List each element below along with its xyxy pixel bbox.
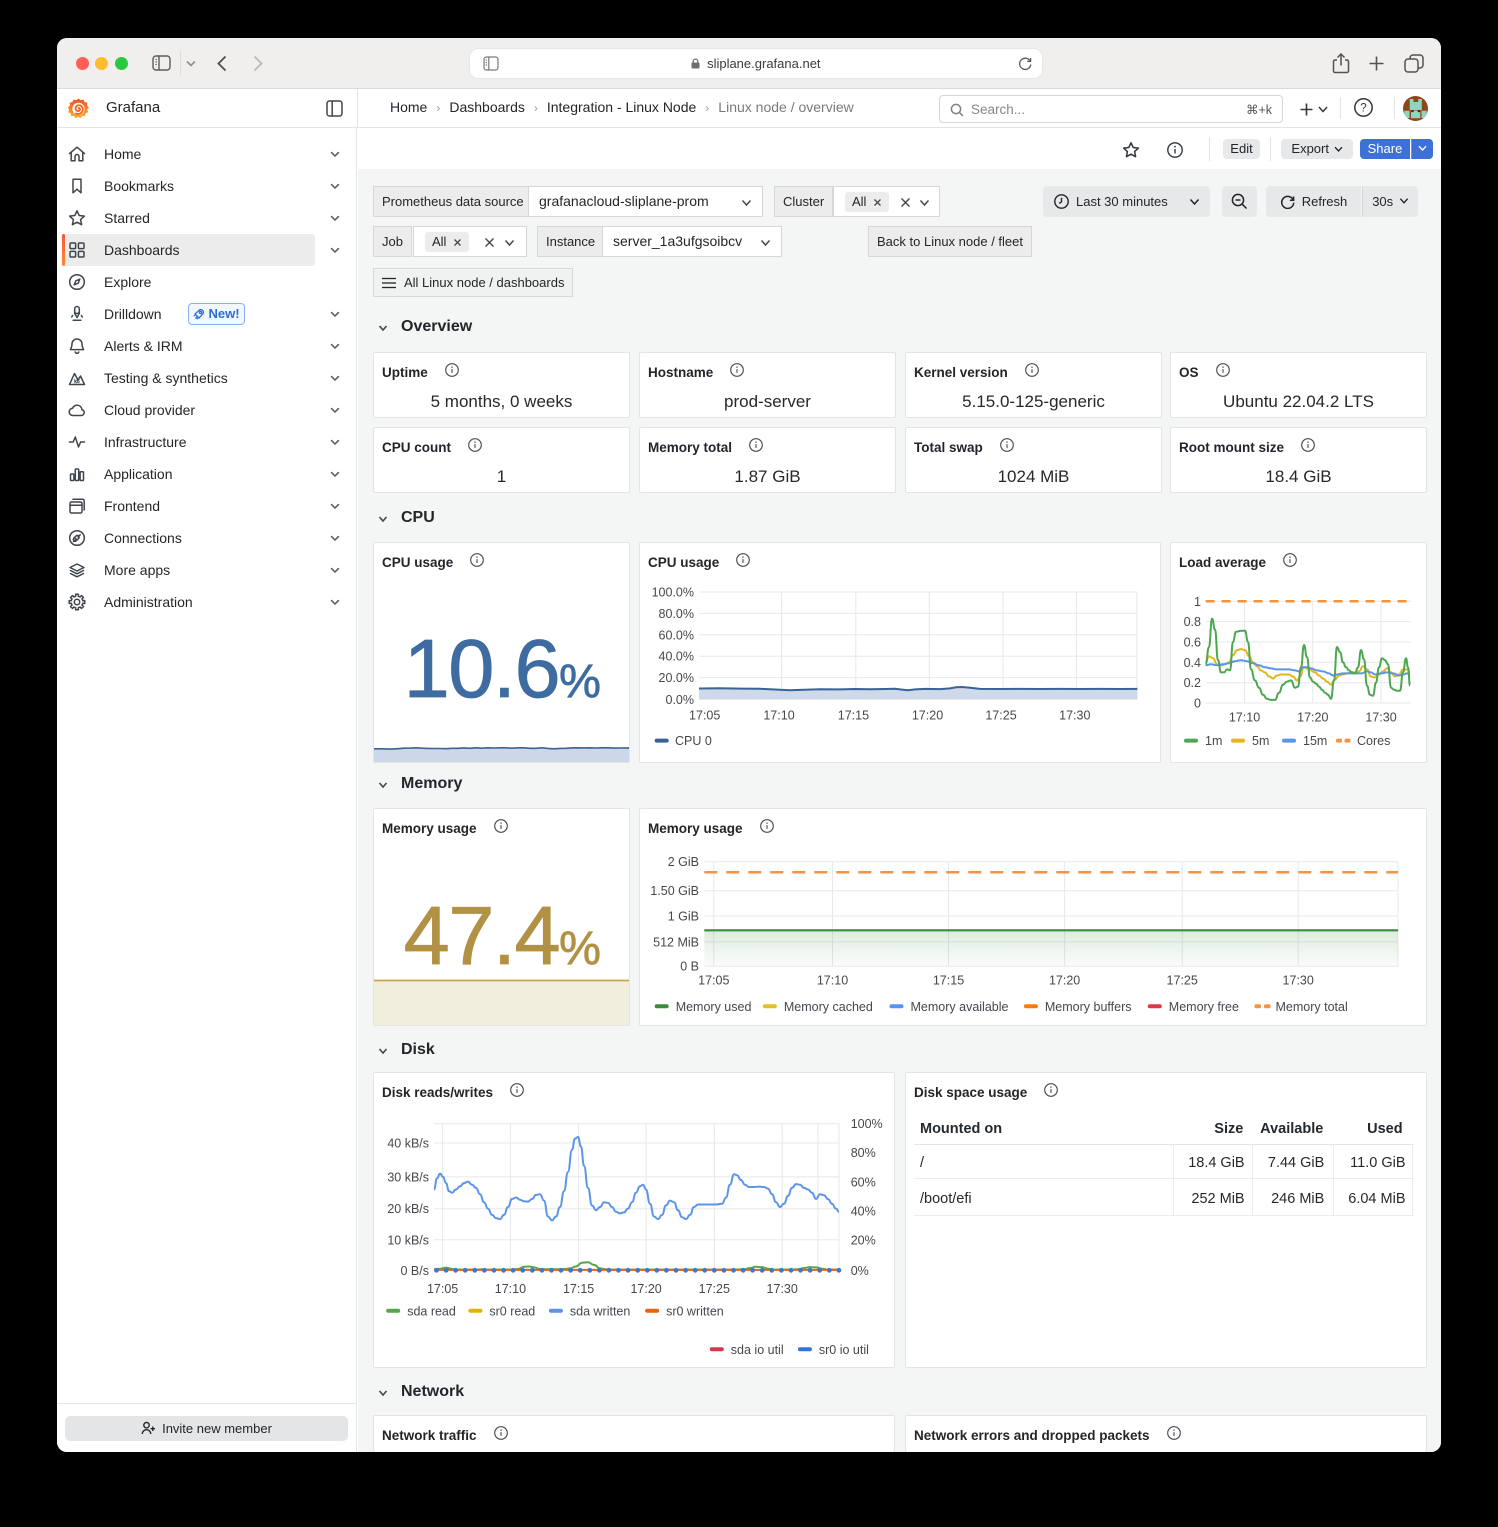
svg-text:17:25: 17:25 <box>985 708 1016 722</box>
svg-text:sr0 read: sr0 read <box>489 1304 535 1318</box>
svg-text:10 kB/s: 10 kB/s <box>387 1233 429 1247</box>
svg-text:sda io util: sda io util <box>731 1343 784 1357</box>
svg-text:1.50 GiB: 1.50 GiB <box>650 884 699 898</box>
svg-text:17:05: 17:05 <box>427 1282 458 1296</box>
svg-text:k6: k6 <box>74 379 80 385</box>
svg-text:sr0 written: sr0 written <box>666 1304 724 1318</box>
svg-text:Memory cached: Memory cached <box>784 1000 873 1014</box>
svg-text:0 B: 0 B <box>680 960 699 974</box>
svg-text:17:25: 17:25 <box>1167 973 1198 987</box>
svg-text:5m: 5m <box>1252 734 1269 748</box>
svg-text:20 kB/s: 20 kB/s <box>387 1202 429 1216</box>
svg-text:17:20: 17:20 <box>912 708 943 722</box>
svg-text:sda read: sda read <box>407 1304 456 1318</box>
svg-text:17:10: 17:10 <box>817 973 848 987</box>
svg-text:Memory available: Memory available <box>911 1000 1009 1014</box>
svg-text:?: ? <box>1360 103 1366 115</box>
svg-text:60%: 60% <box>851 1176 876 1190</box>
svg-text:20%: 20% <box>851 1234 876 1248</box>
svg-text:80%: 80% <box>851 1146 876 1160</box>
svg-text:17:20: 17:20 <box>1297 711 1328 725</box>
svg-text:17:15: 17:15 <box>933 973 964 987</box>
svg-text:40 kB/s: 40 kB/s <box>387 1137 429 1151</box>
svg-text:17:05: 17:05 <box>689 708 720 722</box>
svg-text:Memory total: Memory total <box>1276 1000 1348 1014</box>
svg-text:60.0%: 60.0% <box>659 628 694 642</box>
svg-text:0%: 0% <box>851 1264 869 1278</box>
svg-text:0.4: 0.4 <box>1184 656 1201 670</box>
svg-text:17:30: 17:30 <box>1365 711 1396 725</box>
svg-text:0.8: 0.8 <box>1184 615 1201 629</box>
svg-text:17:10: 17:10 <box>763 708 794 722</box>
svg-text:17:30: 17:30 <box>767 1282 798 1296</box>
svg-text:1m: 1m <box>1205 734 1222 748</box>
svg-text:17:10: 17:10 <box>495 1282 526 1296</box>
svg-text:17:30: 17:30 <box>1059 708 1090 722</box>
svg-text:17:10: 17:10 <box>1229 711 1260 725</box>
svg-text:0.6: 0.6 <box>1184 636 1201 650</box>
svg-text:CPU 0: CPU 0 <box>675 734 712 748</box>
svg-text:80.0%: 80.0% <box>659 607 694 621</box>
svg-text:sda written: sda written <box>570 1304 630 1318</box>
svg-text:2 GiB: 2 GiB <box>668 855 699 869</box>
svg-text:0.2: 0.2 <box>1184 676 1201 690</box>
svg-text:1 GiB: 1 GiB <box>668 910 699 924</box>
svg-text:0 B/s: 0 B/s <box>401 1264 430 1278</box>
svg-text:512 MiB: 512 MiB <box>653 935 699 949</box>
svg-text:17:30: 17:30 <box>1283 973 1314 987</box>
svg-text:17:20: 17:20 <box>630 1282 661 1296</box>
svg-text:sr0 io util: sr0 io util <box>819 1343 869 1357</box>
svg-text:17:15: 17:15 <box>838 708 869 722</box>
svg-text:15m: 15m <box>1303 734 1327 748</box>
svg-text:17:05: 17:05 <box>698 973 729 987</box>
svg-text:17:20: 17:20 <box>1049 973 1080 987</box>
svg-text:40.0%: 40.0% <box>659 650 694 664</box>
svg-text:Cores: Cores <box>1357 734 1390 748</box>
svg-text:17:25: 17:25 <box>699 1282 730 1296</box>
svg-text:30 kB/s: 30 kB/s <box>387 1170 429 1184</box>
svg-text:0.0%: 0.0% <box>666 693 695 707</box>
svg-text:0: 0 <box>1194 697 1201 711</box>
svg-text:40%: 40% <box>851 1205 876 1219</box>
svg-text:20.0%: 20.0% <box>659 671 694 685</box>
svg-text:17:15: 17:15 <box>563 1282 594 1296</box>
svg-text:Memory buffers: Memory buffers <box>1045 1000 1132 1014</box>
svg-text:1: 1 <box>1194 595 1201 609</box>
svg-text:Memory used: Memory used <box>676 1000 752 1014</box>
svg-text:100.0%: 100.0% <box>652 586 694 600</box>
svg-text:Memory free: Memory free <box>1169 1000 1239 1014</box>
svg-text:100%: 100% <box>851 1117 883 1131</box>
